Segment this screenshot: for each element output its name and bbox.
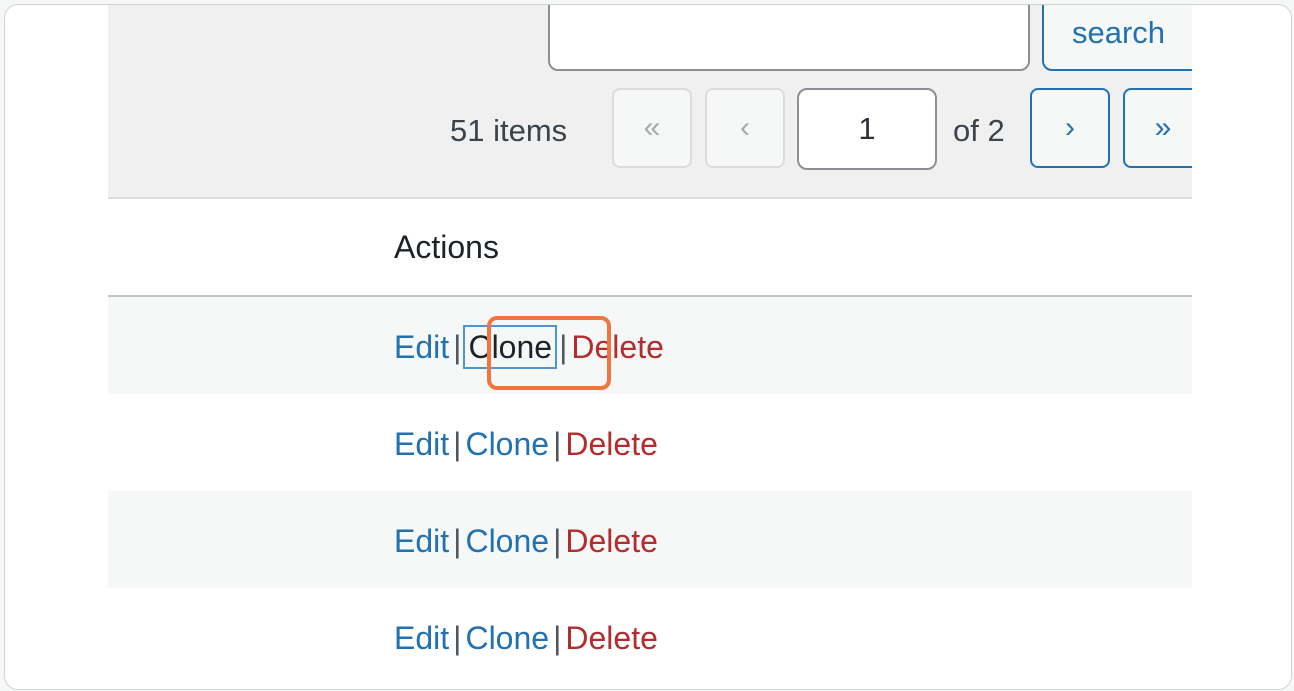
clone-link[interactable]: Clone	[465, 523, 549, 559]
screenshot-frame: search 51 items « ‹ 1 of 2 › » Actions E…	[4, 4, 1292, 690]
total-pages-label: of 2	[953, 113, 1005, 148]
column-header-actions: Actions	[394, 229, 499, 265]
separator: |	[553, 523, 562, 559]
delete-link[interactable]: Delete	[565, 426, 658, 462]
list-table-panel: search 51 items « ‹ 1 of 2 › » Actions E…	[108, 5, 1192, 689]
table-row: Edit | Clone | Delete	[108, 394, 1192, 491]
current-page-input[interactable]: 1	[797, 88, 937, 170]
first-page-button: «	[612, 88, 692, 168]
search-input[interactable]	[548, 5, 1030, 71]
row-actions: Edit | Clone | Delete	[394, 426, 658, 463]
table-row: Edit | Clone | Delete	[108, 491, 1192, 588]
row-actions: Edit | Clone | Delete	[394, 523, 658, 560]
edit-link[interactable]: Edit	[394, 426, 449, 462]
items-count: 51 items	[450, 113, 568, 148]
previous-page-button: ‹	[705, 88, 785, 168]
edit-link[interactable]: Edit	[394, 329, 449, 365]
next-page-button[interactable]: ›	[1030, 88, 1110, 168]
edit-link[interactable]: Edit	[394, 523, 449, 559]
separator: |	[553, 620, 562, 656]
row-actions: Edit | Clone | Delete	[394, 620, 658, 657]
tablenav-top: search 51 items « ‹ 1 of 2 › »	[108, 5, 1192, 199]
edit-link[interactable]: Edit	[394, 620, 449, 656]
separator: |	[453, 329, 462, 365]
separator: |	[453, 620, 462, 656]
delete-link[interactable]: Delete	[565, 620, 658, 656]
clone-link[interactable]: Clone	[465, 426, 549, 462]
last-page-button[interactable]: »	[1123, 88, 1192, 168]
column-header-row: Actions	[108, 199, 1192, 297]
delete-link[interactable]: Delete	[565, 523, 658, 559]
delete-highlight-box	[487, 316, 611, 390]
search-button[interactable]: search	[1042, 5, 1192, 71]
separator: |	[553, 426, 562, 462]
separator: |	[453, 523, 462, 559]
table-row: Edit | Clone | Delete	[108, 297, 1192, 394]
table-row: Edit | Clone | Delete	[108, 588, 1192, 685]
clone-link[interactable]: Clone	[465, 620, 549, 656]
separator: |	[453, 426, 462, 462]
